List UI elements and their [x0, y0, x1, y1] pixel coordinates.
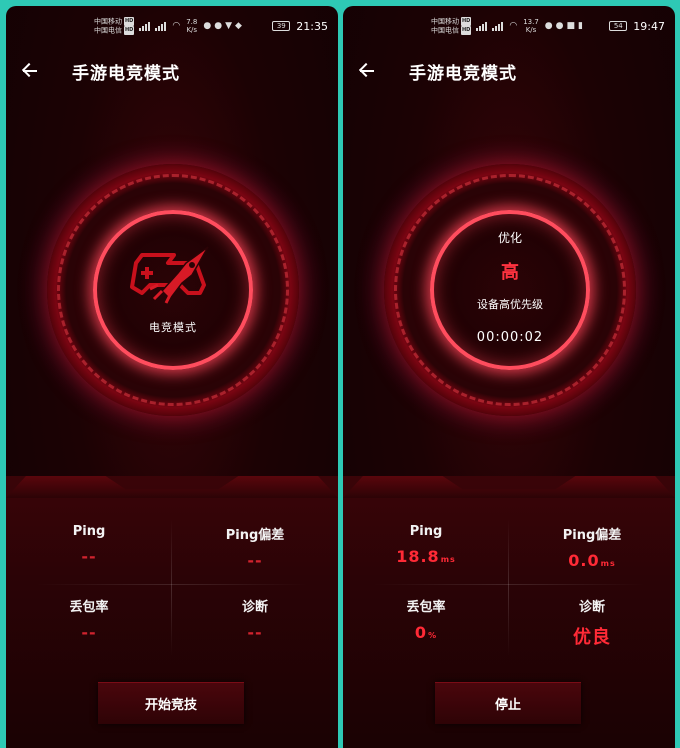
stat-value: 18.8ms — [343, 547, 509, 566]
wifi-icon: ◠ — [172, 21, 181, 31]
battery-time: 39 21:35 — [272, 20, 328, 33]
app-icon: ■ — [566, 21, 576, 31]
wechat-icon: ● — [203, 21, 212, 31]
notification-icons: ● ● ■ ▮ — [545, 21, 583, 31]
wechat-icon: ● — [544, 21, 553, 31]
hd-badge: HD — [124, 26, 135, 35]
stat-packet-loss: 丢包率 -- — [6, 596, 172, 642]
hd-badge: HD — [461, 16, 472, 26]
signal-icon — [155, 21, 167, 31]
stat-label: 丢包率 — [406, 600, 446, 615]
stat-packet-loss: 丢包率 0% — [343, 596, 509, 642]
signal-icon — [476, 21, 488, 31]
status-bar: 中国移动 HD 中国电信 HD ◠ 7.8 K/s ● ● ▼ ◆ 39 21:35 — [6, 6, 338, 46]
carrier-info: 中国移动 HD 中国电信 HD — [94, 16, 135, 36]
wifi-icon: ◠ — [509, 21, 518, 31]
signal-icon — [139, 21, 151, 31]
page-title: 手游电竞模式 — [409, 63, 517, 84]
back-arrow-icon[interactable] — [359, 61, 379, 81]
loss-unit: % — [428, 631, 438, 640]
carrier-1: 中国移动 — [94, 17, 122, 25]
deviation-value: 0.0 — [568, 551, 600, 570]
mode-label: 电竞模式 — [149, 321, 197, 334]
status-bar: 中国移动 HD 中国电信 HD ◠ 13.7 K/s ● ● ■ ▮ 54 19:4… — [343, 6, 675, 46]
back-arrow-icon[interactable] — [22, 61, 42, 81]
ping-unit: ms — [440, 555, 456, 564]
battery-icon: 39 — [272, 21, 291, 31]
stat-value: 0.0ms — [509, 551, 675, 570]
dial-content: 优化 高 设备高优先级 00:00:02 — [434, 214, 586, 366]
qq-icon: ◆ — [234, 21, 242, 31]
panel-edge — [343, 476, 675, 498]
mode-dial: 优化 高 设备高优先级 00:00:02 — [354, 134, 666, 446]
mode-dial: 电竞模式 — [17, 134, 329, 446]
stat-value: -- — [81, 547, 97, 566]
stat-ping: Ping -- — [6, 524, 172, 566]
signal-icon — [492, 21, 504, 31]
dial-inner-ring[interactable]: 电竞模式 — [93, 210, 253, 370]
net-speed-unit: K/s — [186, 26, 198, 34]
hd-badge: HD — [124, 16, 135, 26]
optimize-label: 优化 — [497, 231, 522, 245]
page-title: 手游电竞模式 — [72, 63, 180, 84]
loss-value: 0 — [414, 623, 428, 642]
stop-button[interactable]: 停止 — [435, 682, 581, 724]
stat-label: 诊断 — [578, 600, 605, 615]
net-speed-value: 7.8 — [186, 18, 198, 26]
stat-value: 优良 — [573, 627, 611, 648]
carrier-2: 中国电信 — [431, 26, 459, 35]
stat-value: -- — [247, 623, 263, 642]
panel-edge — [6, 476, 338, 498]
divider — [36, 584, 308, 585]
net-speed: 7.8 K/s — [186, 18, 197, 34]
shield-icon: ▼ — [225, 21, 232, 31]
hd-badge: HD — [461, 26, 472, 35]
stat-ping-deviation: Ping偏差 -- — [172, 524, 338, 570]
stats-grid: Ping 18.8ms Ping偏差 0.0ms 丢包率 0% 诊断 优良 — [343, 514, 675, 660]
dial-inner-ring[interactable]: 优化 高 设备高优先级 00:00:02 — [430, 210, 590, 370]
stat-label: 丢包率 — [69, 600, 109, 615]
stat-value: -- — [247, 551, 263, 570]
elapsed-timer: 00:00:02 — [476, 330, 544, 345]
ping-value: 18.8 — [396, 547, 440, 566]
stat-value: -- — [81, 623, 97, 642]
stat-diagnosis: 诊断 -- — [172, 596, 338, 642]
phone-icon: ▮ — [578, 21, 583, 31]
battery-icon: 54 — [609, 21, 628, 31]
stat-label: Ping偏差 — [225, 528, 285, 543]
app-header: 手游电竞模式 — [343, 56, 675, 86]
carrier-info: 中国移动 HD 中国电信 HD — [431, 16, 472, 36]
clock: 19:47 — [633, 19, 665, 33]
stat-label: Ping偏差 — [562, 528, 622, 543]
net-speed-unit: K/s — [525, 26, 537, 34]
priority-label: 设备高优先级 — [477, 298, 543, 311]
stat-label: Ping — [72, 524, 106, 539]
gamepad-rocket-icon — [130, 246, 209, 304]
stat-diagnosis: 诊断 优良 — [509, 596, 675, 649]
start-competition-button[interactable]: 开始竞技 — [98, 682, 244, 724]
carrier-2: 中国电信 — [94, 26, 122, 35]
notification-icons: ● ● ▼ ◆ — [203, 21, 242, 31]
phone-screen-left: 中国移动 HD 中国电信 HD ◠ 7.8 K/s ● ● ▼ ◆ 39 21:35… — [6, 6, 338, 748]
stat-value: 0% — [343, 623, 509, 642]
carrier-1: 中国移动 — [431, 17, 459, 25]
net-speed-value: 13.7 — [523, 18, 539, 26]
wechat-icon: ● — [555, 21, 564, 31]
net-speed: 13.7 K/s — [523, 18, 539, 34]
stat-label: Ping — [409, 524, 443, 539]
deviation-unit: ms — [600, 559, 616, 568]
divider — [373, 584, 645, 585]
wechat-icon: ● — [214, 21, 223, 31]
stat-ping: Ping 18.8ms — [343, 524, 509, 566]
app-header: 手游电竞模式 — [6, 56, 338, 86]
optimize-level: 高 — [501, 262, 519, 283]
battery-time: 54 19:47 — [609, 20, 665, 33]
clock: 21:35 — [296, 19, 328, 33]
phone-screen-right: 中国移动 HD 中国电信 HD ◠ 13.7 K/s ● ● ■ ▮ 54 19:4… — [343, 6, 675, 748]
stat-ping-deviation: Ping偏差 0.0ms — [509, 524, 675, 570]
dial-content: 电竞模式 — [97, 214, 249, 366]
stat-label: 诊断 — [241, 600, 268, 615]
stats-grid: Ping -- Ping偏差 -- 丢包率 -- 诊断 -- — [6, 514, 338, 660]
